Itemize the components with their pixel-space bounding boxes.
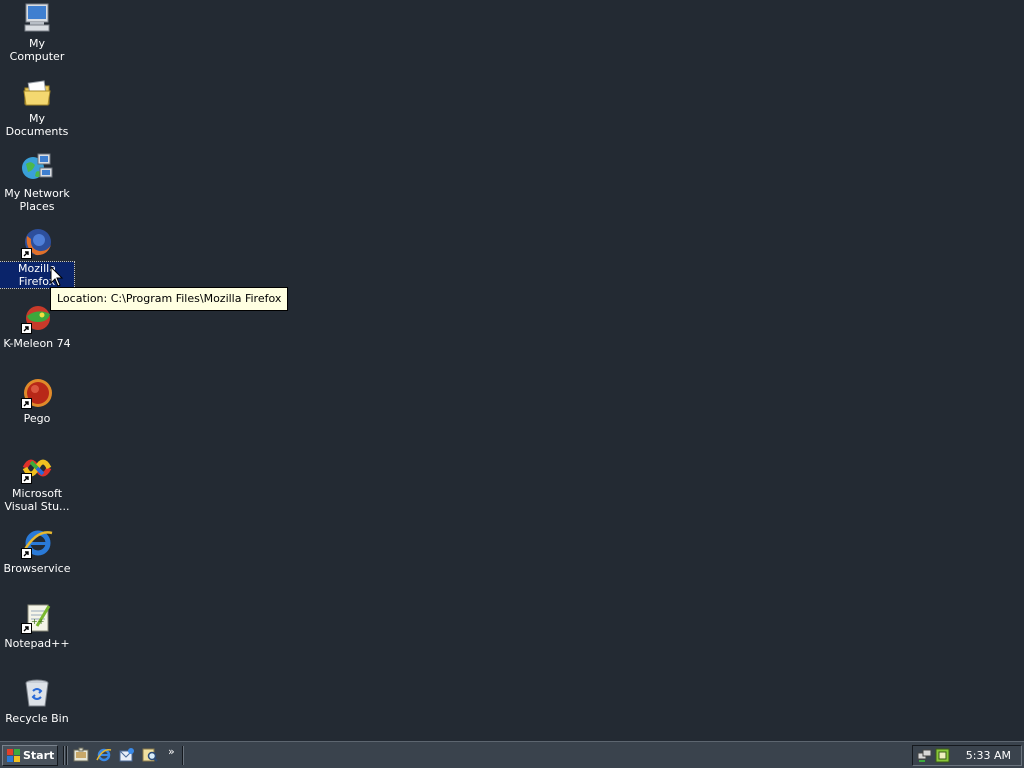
notepad-plus-plus-icon: ++ <box>21 602 53 634</box>
start-button[interactable]: Start <box>2 745 58 766</box>
clock[interactable]: 5:33 AM <box>966 746 1011 765</box>
desktop-icon-label: Recycle Bin <box>5 712 69 725</box>
desktop-icon-my-computer[interactable]: My Computer <box>0 2 74 63</box>
system-tray: 5:33 AM <box>912 745 1022 766</box>
taskbar-separator <box>182 746 184 765</box>
desktop-icon-browservice[interactable]: Browservice <box>0 527 74 575</box>
volume-icon[interactable] <box>935 748 950 763</box>
taskbar-separator <box>66 746 68 765</box>
shortcut-arrow-icon <box>21 323 32 334</box>
visual-studio-icon <box>21 452 53 484</box>
shortcut-arrow-icon <box>21 473 32 484</box>
desktop-icon-label: My Network Places <box>4 187 70 213</box>
desktop-icon-label: Notepad++ <box>4 637 70 650</box>
mouse-cursor-icon <box>50 266 64 287</box>
outlook-express-icon[interactable] <box>119 747 135 763</box>
firefox-icon <box>21 227 53 259</box>
quick-launch-chevron[interactable]: » <box>168 745 175 758</box>
taskbar: Start » 5:33 AM <box>0 741 1024 768</box>
internet-explorer-icon[interactable] <box>96 747 112 763</box>
k-meleon-icon <box>21 302 53 334</box>
desktop-icon-label: My Documents <box>5 112 69 138</box>
desktop-icon-label: Pego <box>23 412 51 425</box>
taskbar-separator <box>63 746 65 765</box>
shortcut-arrow-icon <box>21 623 32 634</box>
desktop-icon-notepad-plus-plus[interactable]: ++ Notepad++ <box>0 602 74 650</box>
desktop-icon-label: Browservice <box>3 562 71 575</box>
desktop-icon-recycle-bin[interactable]: Recycle Bin <box>0 677 74 725</box>
network-icon[interactable] <box>917 748 932 763</box>
show-desktop-icon[interactable] <box>73 747 89 763</box>
desktop-icon-label: K-Meleon 74 <box>3 337 71 350</box>
network-places-icon <box>21 152 53 184</box>
desktop-icon-my-documents[interactable]: My Documents <box>0 77 74 138</box>
shortcut-arrow-icon <box>21 248 32 259</box>
pego-icon <box>21 377 53 409</box>
desktop-icon-visual-studio[interactable]: Microsoft Visual Stu... <box>0 452 74 513</box>
desktop-icon-my-network-places[interactable]: My Network Places <box>0 152 74 213</box>
desktop: My Computer My Documents My Network Plac… <box>0 0 1024 741</box>
shortcut-arrow-icon <box>21 398 32 409</box>
svg-text:++: ++ <box>31 617 44 626</box>
recycle-bin-icon <box>21 677 53 709</box>
shortcut-arrow-icon <box>21 548 32 559</box>
desktop-icon-label: My Computer <box>9 37 65 63</box>
desktop-icon-pego[interactable]: Pego <box>0 377 74 425</box>
folder-icon <box>21 77 53 109</box>
desktop-icon-label: Microsoft Visual Stu... <box>4 487 70 513</box>
location-tooltip: Location: C:\Program Files\Mozilla Firef… <box>50 287 289 311</box>
windows-flag-icon <box>7 749 20 762</box>
search-icon[interactable] <box>142 747 158 763</box>
internet-explorer-icon <box>21 527 53 559</box>
start-label: Start <box>23 749 55 762</box>
my-computer-icon <box>21 2 53 34</box>
